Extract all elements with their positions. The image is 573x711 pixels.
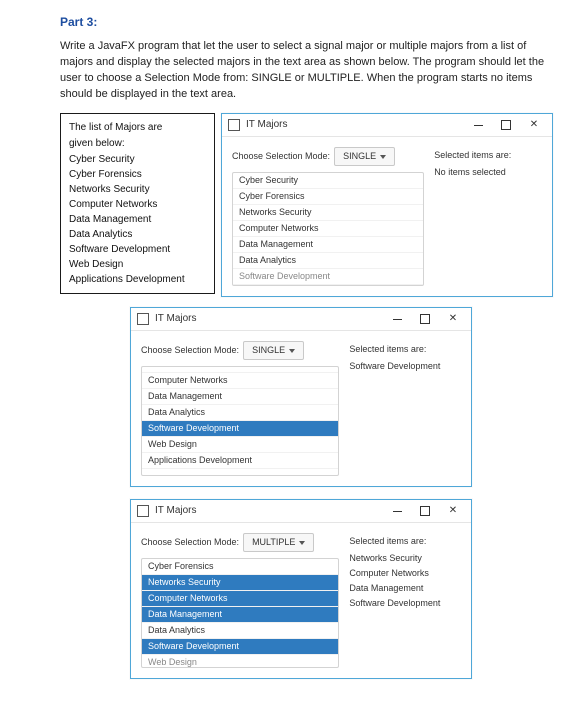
- selected-panel: Selected items are: Networks Security Co…: [343, 533, 461, 668]
- list-item[interactable]: Data Analytics: [233, 253, 423, 269]
- major-item: Cyber Security: [69, 152, 206, 167]
- list-item[interactable]: Software Development: [142, 421, 338, 437]
- selected-header: Selected items are:: [434, 149, 540, 162]
- list-item[interactable]: Cyber Security: [233, 173, 423, 189]
- selected-text: Networks Security: [349, 552, 459, 565]
- list-item[interactable]: Web Design: [142, 655, 338, 668]
- maximize-button[interactable]: [411, 501, 439, 521]
- window-title: IT Majors: [246, 118, 464, 133]
- list-item[interactable]: Software Development: [233, 269, 423, 285]
- selected-panel: Selected items are: Software Development: [343, 341, 461, 476]
- minimize-icon: [393, 319, 402, 320]
- maximize-icon: [420, 314, 430, 324]
- majors-list-box: The list of Majors are given below: Cybe…: [60, 113, 215, 294]
- maximize-icon: [501, 120, 511, 130]
- close-icon: ✕: [449, 504, 457, 519]
- list-item[interactable]: Data Analytics: [142, 623, 338, 639]
- maximize-button[interactable]: [411, 309, 439, 329]
- part-title: Part 3:: [60, 14, 553, 31]
- selected-text: Computer Networks: [349, 567, 459, 580]
- maximize-button[interactable]: [492, 115, 520, 135]
- selection-mode-label: Choose Selection Mode:: [141, 344, 239, 357]
- selected-header: Selected items are:: [349, 343, 459, 356]
- major-item: Computer Networks: [69, 197, 206, 212]
- chevron-down-icon: [299, 541, 305, 545]
- window-title: IT Majors: [155, 504, 383, 519]
- list-item[interactable]: Cyber Forensics: [142, 559, 338, 575]
- selected-header: Selected items are:: [349, 535, 459, 548]
- majors-listview[interactable]: Computer Networks Data Management Data A…: [141, 366, 339, 476]
- selected-text: Software Development: [349, 597, 459, 610]
- app-icon: [137, 313, 149, 325]
- minimize-icon: [393, 511, 402, 512]
- titlebar: IT Majors ✕: [131, 308, 471, 331]
- majors-listview[interactable]: Cyber Forensics Networks Security Comput…: [141, 558, 339, 668]
- majors-header-2: given below:: [69, 136, 206, 151]
- major-item: Applications Development: [69, 272, 206, 287]
- chevron-down-icon: [289, 349, 295, 353]
- selection-mode-dropdown[interactable]: MULTIPLE: [243, 533, 314, 552]
- major-item: Data Management: [69, 212, 206, 227]
- list-item[interactable]: Software Development: [142, 639, 338, 655]
- list-item[interactable]: Web Design: [142, 437, 338, 453]
- selected-text: Data Management: [349, 582, 459, 595]
- major-item: Software Development: [69, 242, 206, 257]
- selection-mode-value: SINGLE: [343, 150, 376, 163]
- list-item[interactable]: Networks Security: [233, 205, 423, 221]
- app-icon: [228, 119, 240, 131]
- close-button[interactable]: ✕: [439, 309, 467, 329]
- selected-text: Software Development: [349, 360, 459, 373]
- list-item[interactable]: Data Management: [142, 607, 338, 623]
- minimize-icon: [474, 125, 483, 126]
- major-item: Networks Security: [69, 182, 206, 197]
- titlebar: IT Majors ✕: [222, 114, 552, 137]
- selection-mode-value: SINGLE: [252, 344, 285, 357]
- list-item[interactable]: Data Analytics: [142, 405, 338, 421]
- selection-mode-label: Choose Selection Mode:: [232, 150, 330, 163]
- minimize-button[interactable]: [383, 309, 411, 329]
- window-initial: IT Majors ✕ Choose Selection Mode: SINGL…: [221, 113, 553, 297]
- majors-listview[interactable]: Cyber Security Cyber Forensics Networks …: [232, 172, 424, 286]
- minimize-button[interactable]: [464, 115, 492, 135]
- window-title: IT Majors: [155, 312, 383, 327]
- list-item[interactable]: Networks Security: [142, 575, 338, 591]
- app-icon: [137, 505, 149, 517]
- minimize-button[interactable]: [383, 501, 411, 521]
- close-button[interactable]: ✕: [520, 115, 548, 135]
- close-button[interactable]: ✕: [439, 501, 467, 521]
- list-item[interactable]: Computer Networks: [142, 591, 338, 607]
- list-item[interactable]: Cyber Forensics: [233, 189, 423, 205]
- window-multiple: IT Majors ✕ Choose Selection Mode: MULTI…: [130, 499, 472, 679]
- close-icon: ✕: [449, 312, 457, 327]
- chevron-down-icon: [380, 155, 386, 159]
- list-item[interactable]: Data Management: [142, 389, 338, 405]
- major-item: Data Analytics: [69, 227, 206, 242]
- selection-mode-dropdown[interactable]: SINGLE: [243, 341, 304, 360]
- close-icon: ✕: [530, 118, 538, 133]
- major-item: Web Design: [69, 257, 206, 272]
- selection-mode-value: MULTIPLE: [252, 536, 295, 549]
- list-item[interactable]: Data Management: [233, 237, 423, 253]
- window-single: IT Majors ✕ Choose Selection Mode: SINGL…: [130, 307, 472, 487]
- selection-mode-label: Choose Selection Mode:: [141, 536, 239, 549]
- selected-panel: Selected items are: No items selected: [428, 147, 542, 286]
- list-item[interactable]: Computer Networks: [233, 221, 423, 237]
- maximize-icon: [420, 506, 430, 516]
- titlebar: IT Majors ✕: [131, 500, 471, 523]
- selection-mode-dropdown[interactable]: SINGLE: [334, 147, 395, 166]
- major-item: Cyber Forensics: [69, 167, 206, 182]
- list-item[interactable]: Applications Development: [142, 453, 338, 469]
- list-item[interactable]: Computer Networks: [142, 373, 338, 389]
- selected-text: No items selected: [434, 166, 540, 179]
- majors-header-1: The list of Majors are: [69, 120, 206, 135]
- instructions-text: Write a JavaFX program that let the user…: [60, 39, 553, 103]
